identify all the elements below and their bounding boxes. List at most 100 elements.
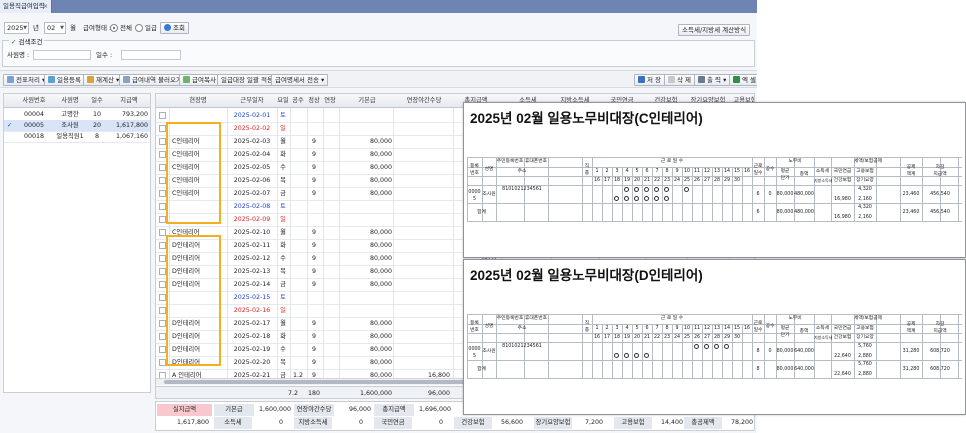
radio-pay-daily[interactable] xyxy=(135,24,143,32)
day-number: 19 xyxy=(623,178,631,183)
ledger-grid-line xyxy=(722,324,723,378)
col-header[interactable]: 근무일자 xyxy=(228,94,276,108)
row-checkbox[interactable] xyxy=(159,203,166,210)
summary-label: 연장야간수당 xyxy=(294,404,334,416)
person-tax-b: 22,640 xyxy=(834,354,851,359)
col-header[interactable]: 연장야간수당 xyxy=(396,94,452,108)
extra-hours xyxy=(322,241,338,251)
day-number: 16 xyxy=(743,326,751,331)
col-header[interactable]: 공수 xyxy=(290,94,306,108)
col-emp-name[interactable]: 사원명 xyxy=(52,94,88,108)
tab-daily-pay[interactable]: 일용직급여입력 × xyxy=(0,0,52,13)
row-checkbox[interactable] xyxy=(159,281,166,288)
base-pay: 80,000 xyxy=(369,333,392,340)
day-of-week: 토 xyxy=(280,203,286,210)
copy-pay-button[interactable]: 급여복사 xyxy=(179,74,220,86)
send-payslip-button[interactable]: 급여명세서 전송 ▾ xyxy=(271,74,329,86)
row-checkbox[interactable] xyxy=(159,112,166,119)
row-checkbox[interactable] xyxy=(159,242,166,249)
col-header[interactable]: 현장명 xyxy=(170,94,226,108)
gongsu xyxy=(290,319,306,329)
night-pay xyxy=(396,306,450,316)
row-checkbox[interactable] xyxy=(159,268,166,275)
row-checkbox[interactable] xyxy=(159,359,166,366)
hdr-income: 소득세 xyxy=(815,169,830,174)
row-checkbox[interactable] xyxy=(159,307,166,314)
gongsu xyxy=(290,358,306,368)
day-number: 29 xyxy=(723,178,731,183)
year-select[interactable]: 2025 ▼ xyxy=(4,22,29,34)
hdr-name: 성명 xyxy=(484,167,494,172)
daily-apply-button[interactable]: 일급대장 일괄 적용 xyxy=(217,74,277,86)
year-value: 2025 xyxy=(7,24,24,32)
attendance-mark xyxy=(714,344,719,349)
night-pay xyxy=(396,150,450,160)
extra-hours xyxy=(322,267,338,277)
person-reg-no: 0000 5 xyxy=(468,190,481,202)
employee-name-input[interactable] xyxy=(33,50,91,60)
excel-button[interactable]: 엑 셀 xyxy=(729,74,757,86)
ledger-grid-line xyxy=(692,324,693,378)
person-reg-no: 0000 5 xyxy=(468,347,481,359)
row-checkbox[interactable] xyxy=(159,346,166,353)
attendance-mark xyxy=(644,187,649,192)
col-emp-id[interactable]: 사원번호 xyxy=(18,94,50,108)
send-payslip-label: 급여명세서 전송 xyxy=(275,76,319,84)
col-emp-pay[interactable]: 지급액 xyxy=(108,94,150,108)
row-checkbox[interactable] xyxy=(159,177,166,184)
ledger-grid-line xyxy=(632,324,633,378)
net-pay-value: 1,617,800 xyxy=(176,419,209,426)
daily-register-button[interactable]: 일용등록 xyxy=(44,74,85,86)
ledger-grid-line xyxy=(612,167,613,221)
normal-hours: 9 xyxy=(311,164,316,171)
col-header[interactable]: 요일 xyxy=(277,94,289,108)
col-header[interactable]: 기본급 xyxy=(342,94,392,108)
days-input[interactable] xyxy=(121,50,181,60)
save-button[interactable]: 저 장 xyxy=(634,74,666,86)
total-tax-a: 4,320 xyxy=(858,205,872,210)
work-date: 2025-02-07 xyxy=(233,190,271,197)
row-checkbox[interactable] xyxy=(159,216,166,223)
person-deduct: 31,280 xyxy=(902,349,920,354)
hdr-local: 지방소득세 xyxy=(814,178,833,183)
delete-button[interactable]: 삭 제 xyxy=(664,74,696,86)
row-checkbox[interactable] xyxy=(159,255,166,262)
radio-pay-all[interactable] xyxy=(110,24,118,32)
attendance-mark xyxy=(624,196,629,201)
load-pay-button[interactable]: 급여내역 불러오기 xyxy=(119,74,186,86)
close-icon[interactable]: × xyxy=(43,0,48,13)
tax-method-button[interactable]: 소득세/지방세 계산방식 xyxy=(678,24,751,36)
col-header[interactable]: 정상 xyxy=(306,94,322,108)
row-checkbox[interactable] xyxy=(159,164,166,171)
gongsu xyxy=(290,332,306,342)
night-pay xyxy=(396,241,450,251)
row-checkbox[interactable] xyxy=(159,190,166,197)
col-header[interactable]: 연장 xyxy=(322,94,338,108)
scrollbar-thumb[interactable] xyxy=(164,380,474,384)
day-of-week: 월 xyxy=(280,138,286,145)
col-emp-days[interactable]: 일수 xyxy=(88,94,106,108)
row-checkbox[interactable] xyxy=(159,333,166,340)
tab-strip: 일용직급여입력 × xyxy=(0,0,757,13)
row-checkbox[interactable] xyxy=(159,151,166,158)
base-pay xyxy=(342,306,392,316)
row-checkbox[interactable] xyxy=(159,294,166,301)
night-pay xyxy=(396,358,450,368)
ledger-grid-line xyxy=(831,157,832,221)
night-pay xyxy=(396,345,450,355)
row-checkbox[interactable] xyxy=(159,229,166,236)
hdr-health: 건강보험 xyxy=(833,335,852,340)
radio-pay-daily-label: 일급 xyxy=(145,24,157,32)
print-button[interactable]: 출 력 ▾ xyxy=(694,74,731,86)
recalc-button[interactable]: 재계산 ▾ xyxy=(83,74,124,86)
search-button[interactable]: 조회 xyxy=(160,22,189,34)
day-number: 12 xyxy=(703,326,711,331)
hdr-pay: 차감 지급액 xyxy=(933,322,947,334)
month-select[interactable]: 02 ▼ xyxy=(44,22,66,34)
row-checkbox[interactable] xyxy=(159,320,166,327)
work-date: 2025-02-09 xyxy=(233,216,271,223)
row-checkbox[interactable] xyxy=(159,125,166,132)
day-number: 26 xyxy=(693,178,701,183)
row-checkbox[interactable] xyxy=(159,138,166,145)
all-process-button[interactable]: 전표처리 ▾ xyxy=(3,74,50,86)
